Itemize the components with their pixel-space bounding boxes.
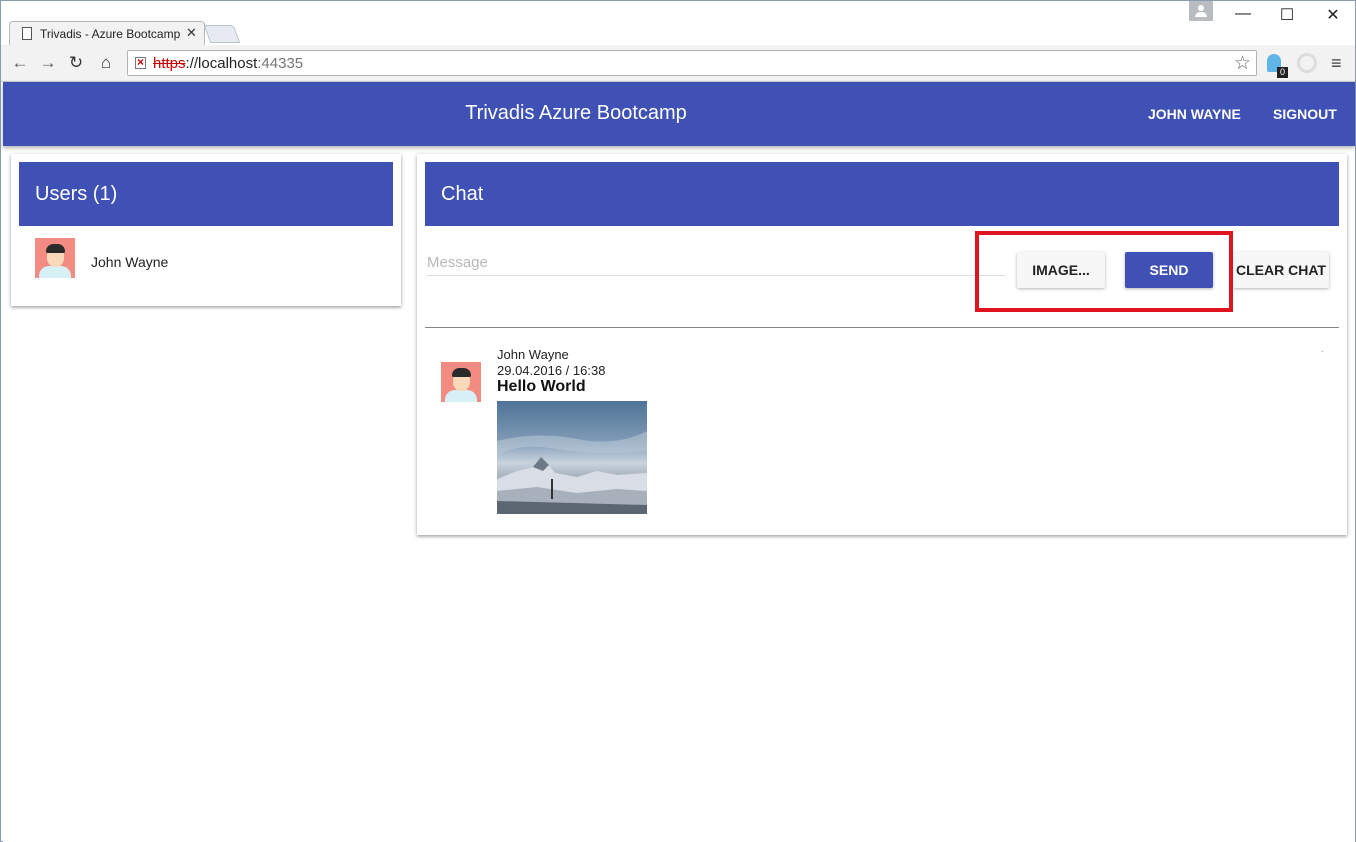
user-list-item[interactable]: John Wayne	[91, 254, 168, 270]
message-author: John Wayne	[497, 347, 569, 362]
chat-panel-title: Chat	[425, 162, 1339, 226]
tab-close-icon[interactable]: ✕	[186, 25, 197, 41]
extension-icon[interactable]	[1297, 53, 1317, 73]
clear-chat-button[interactable]: CLEAR CHAT	[1233, 252, 1329, 288]
back-icon[interactable]: ←	[9, 53, 31, 73]
chat-panel: Chat IMAGE... SEND CLEAR CHAT John Wayne…	[417, 154, 1347, 535]
users-panel-title: Users (1)	[19, 162, 393, 226]
browser-toolbar: ← → ↻ ⌂ × https://localhost:44335 ☆ 0 ≡	[1, 45, 1355, 82]
tab-strip: Trivadis - Azure Bootcamp ✕ — ☐ ✕	[1, 1, 1355, 46]
message-input[interactable]	[427, 249, 1005, 276]
users-panel: Users (1) John Wayne	[11, 154, 401, 306]
signout-link[interactable]: SIGNOUT	[1273, 106, 1337, 122]
tab-title: Trivadis - Azure Bootcamp	[40, 27, 181, 41]
image-button[interactable]: IMAGE...	[1017, 252, 1105, 288]
page-icon	[22, 27, 32, 40]
address-bar[interactable]: × https://localhost:44335 ☆	[127, 50, 1257, 76]
bookmark-star-icon[interactable]: ☆	[1234, 52, 1251, 75]
app-title: Trivadis Azure Bootcamp	[465, 102, 687, 124]
browser-tab[interactable]: Trivadis - Azure Bootcamp ✕	[9, 21, 205, 46]
new-tab-button[interactable]	[203, 25, 241, 43]
user-avatar	[35, 238, 75, 278]
message-image[interactable]	[497, 401, 647, 514]
home-icon[interactable]: ⌂	[95, 53, 117, 73]
window-close-icon[interactable]: ✕	[1318, 5, 1348, 25]
reload-icon[interactable]: ↻	[65, 53, 87, 73]
url-text: https://localhost:44335	[153, 55, 304, 72]
mountain-photo	[497, 431, 647, 514]
message-avatar	[441, 362, 481, 402]
divider	[425, 327, 1339, 328]
insecure-x-icon: ×	[137, 55, 145, 69]
message-marker: .	[1321, 344, 1324, 355]
forward-icon[interactable]: →	[37, 53, 59, 73]
message-text: Hello World	[497, 378, 586, 395]
browser-window: Trivadis - Azure Bootcamp ✕ — ☐ ✕ ← → ↻ …	[0, 0, 1356, 842]
profile-icon[interactable]	[1189, 1, 1213, 21]
current-user-link[interactable]: JOHN WAYNE	[1148, 106, 1241, 122]
minimize-icon[interactable]: —	[1228, 5, 1258, 23]
app-header: Trivadis Azure Bootcamp JOHN WAYNE SIGNO…	[3, 82, 1355, 146]
maximize-icon[interactable]: ☐	[1272, 5, 1302, 25]
extension-badge: 0	[1277, 67, 1288, 78]
menu-icon[interactable]: ≡	[1331, 53, 1342, 74]
message-timestamp: 29.04.2016 / 16:38	[497, 363, 606, 378]
app-content: Trivadis Azure Bootcamp JOHN WAYNE SIGNO…	[3, 82, 1355, 842]
send-button[interactable]: SEND	[1125, 252, 1213, 288]
